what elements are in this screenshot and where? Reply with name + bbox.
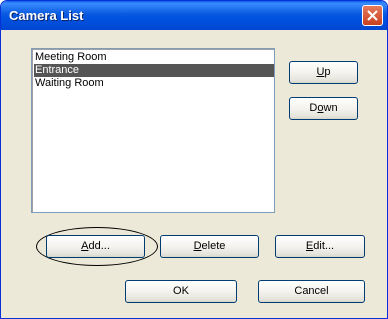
down-button[interactable]: Down: [289, 97, 358, 120]
close-icon: [367, 10, 378, 21]
list-item[interactable]: Meeting Room: [34, 51, 274, 64]
down-label-rest: wn: [323, 102, 338, 114]
dialog-body: Meeting Room Entrance Waiting Room Up Do…: [4, 30, 384, 316]
add-label-rest: dd...: [88, 240, 110, 252]
add-button[interactable]: Add...: [46, 235, 145, 258]
up-button[interactable]: Up: [289, 61, 358, 84]
camera-listbox[interactable]: Meeting Room Entrance Waiting Room: [31, 48, 275, 213]
list-item-selected[interactable]: Entrance: [34, 64, 274, 77]
delete-mnemonic: D: [193, 240, 202, 252]
delete-button[interactable]: Delete: [160, 235, 259, 258]
title-bar[interactable]: Camera List: [1, 1, 387, 30]
close-button[interactable]: [362, 5, 383, 26]
cancel-button[interactable]: Cancel: [258, 280, 365, 303]
camera-list-dialog: Camera List Meeting Room Entrance Waitin…: [0, 0, 388, 319]
ok-button[interactable]: OK: [125, 280, 237, 303]
window-title: Camera List: [9, 8, 84, 23]
edit-label-rest: dit...: [313, 240, 335, 252]
list-item[interactable]: Waiting Room: [34, 77, 274, 90]
edit-button[interactable]: Edit...: [275, 235, 365, 258]
delete-label-rest: elete: [201, 240, 226, 252]
up-label-rest: p: [324, 66, 331, 78]
